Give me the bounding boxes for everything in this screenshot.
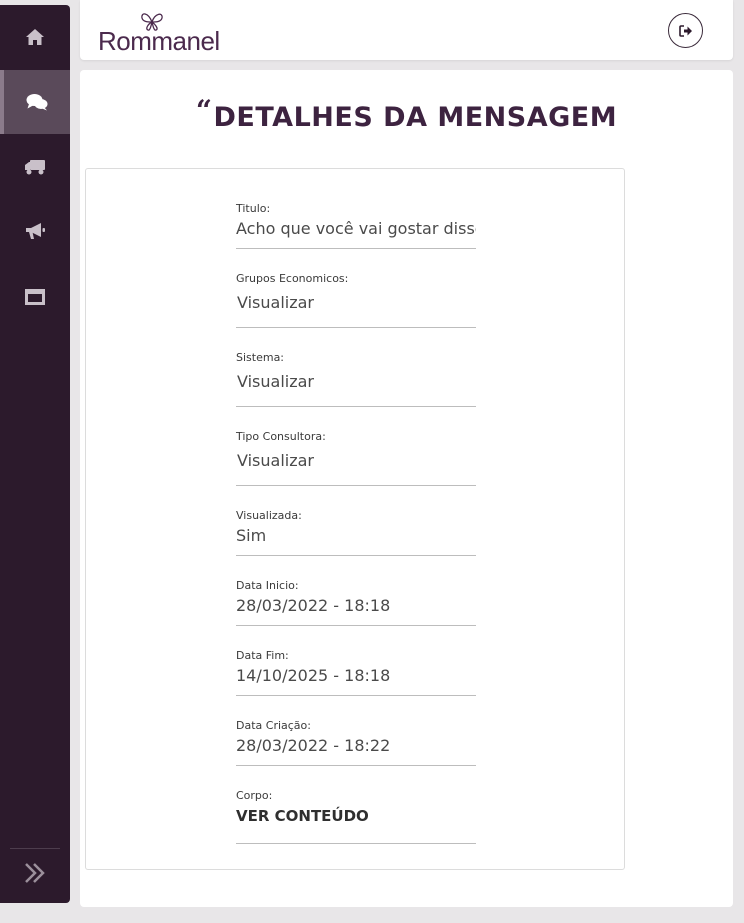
sign-out-icon (678, 24, 692, 37)
field-underline (236, 695, 476, 696)
visualizada-value: Sim (236, 526, 267, 545)
field-label: Grupos Economicos: (236, 272, 349, 285)
field-label: Data Fim: (236, 649, 289, 662)
data-inicio-value: 28/03/2022 - 18:18 (236, 596, 391, 615)
brand-name: Rommanel (98, 26, 220, 56)
field-tipo-consultora: Tipo Consultora: Visualizar (236, 430, 476, 486)
window-icon (25, 289, 45, 305)
sidebar-item-window[interactable] (0, 265, 70, 329)
field-underline (236, 843, 476, 844)
field-grupos-economicos: Grupos Economicos: Visualizar (236, 272, 476, 328)
field-label: Sistema: (236, 351, 285, 364)
double-chevron-right-icon (25, 863, 45, 883)
page-title: “DETALHES DA MENSAGEM (80, 94, 733, 133)
page-title-text: DETALHES DA MENSAGEM (213, 102, 618, 133)
field-underline (236, 555, 476, 556)
logout-button[interactable] (668, 13, 703, 48)
sidebar (0, 5, 70, 903)
field-underline (236, 406, 476, 407)
home-icon (26, 29, 44, 45)
field-label: Titulo: (236, 202, 271, 215)
field-corpo: Corpo: VER CONTEÚDO (236, 789, 476, 844)
field-label: Corpo: (236, 789, 273, 802)
data-fim-value: 14/10/2025 - 18:18 (236, 666, 391, 685)
sidebar-item-messages[interactable] (0, 70, 70, 134)
megaphone-icon (26, 223, 45, 239)
sidebar-item-delivery[interactable] (0, 135, 70, 199)
tipo-consultora-view-link[interactable]: Visualizar (236, 450, 476, 472)
field-visualizada: Visualizada: Sim (236, 509, 476, 556)
field-label: Data Inicio: (236, 579, 299, 592)
field-sistema: Sistema: Visualizar (236, 351, 476, 407)
ver-conteudo-link[interactable]: VER CONTEÚDO (236, 805, 476, 827)
field-data-fim: Data Fim: 14/10/2025 - 18:18 (236, 649, 476, 696)
field-underline (236, 765, 476, 766)
field-underline (236, 485, 476, 486)
sidebar-item-announcements[interactable] (0, 199, 70, 263)
field-underline (236, 625, 476, 626)
data-criacao-value: 28/03/2022 - 18:22 (236, 736, 391, 755)
field-data-inicio: Data Inicio: 28/03/2022 - 18:18 (236, 579, 476, 626)
brand-logo[interactable]: Rommanel (98, 10, 228, 56)
field-label: Tipo Consultora: (236, 430, 326, 443)
sidebar-expand-button[interactable] (0, 850, 70, 896)
field-underline (236, 248, 476, 249)
truck-icon (25, 160, 45, 175)
field-label: Visualizada: (236, 509, 302, 522)
message-details-card: Titulo: Acho que você vai gostar disso G… (85, 168, 625, 870)
titulo-value: Acho que você vai gostar disso (236, 219, 476, 238)
field-titulo: Titulo: Acho que você vai gostar disso (236, 202, 476, 249)
field-label: Data Criação: (236, 719, 311, 732)
sidebar-item-home[interactable] (0, 5, 70, 69)
sistema-view-link[interactable]: Visualizar (236, 371, 476, 393)
quote-mark: “ (195, 94, 213, 127)
top-header: Rommanel (80, 0, 733, 60)
sidebar-divider (10, 848, 60, 849)
main-panel: “DETALHES DA MENSAGEM Titulo: Acho que v… (80, 70, 733, 907)
chat-bubbles-icon (26, 94, 48, 111)
field-data-criacao: Data Criação: 28/03/2022 - 18:22 (236, 719, 476, 766)
grupos-economicos-view-link[interactable]: Visualizar (236, 292, 476, 314)
field-underline (236, 327, 476, 328)
